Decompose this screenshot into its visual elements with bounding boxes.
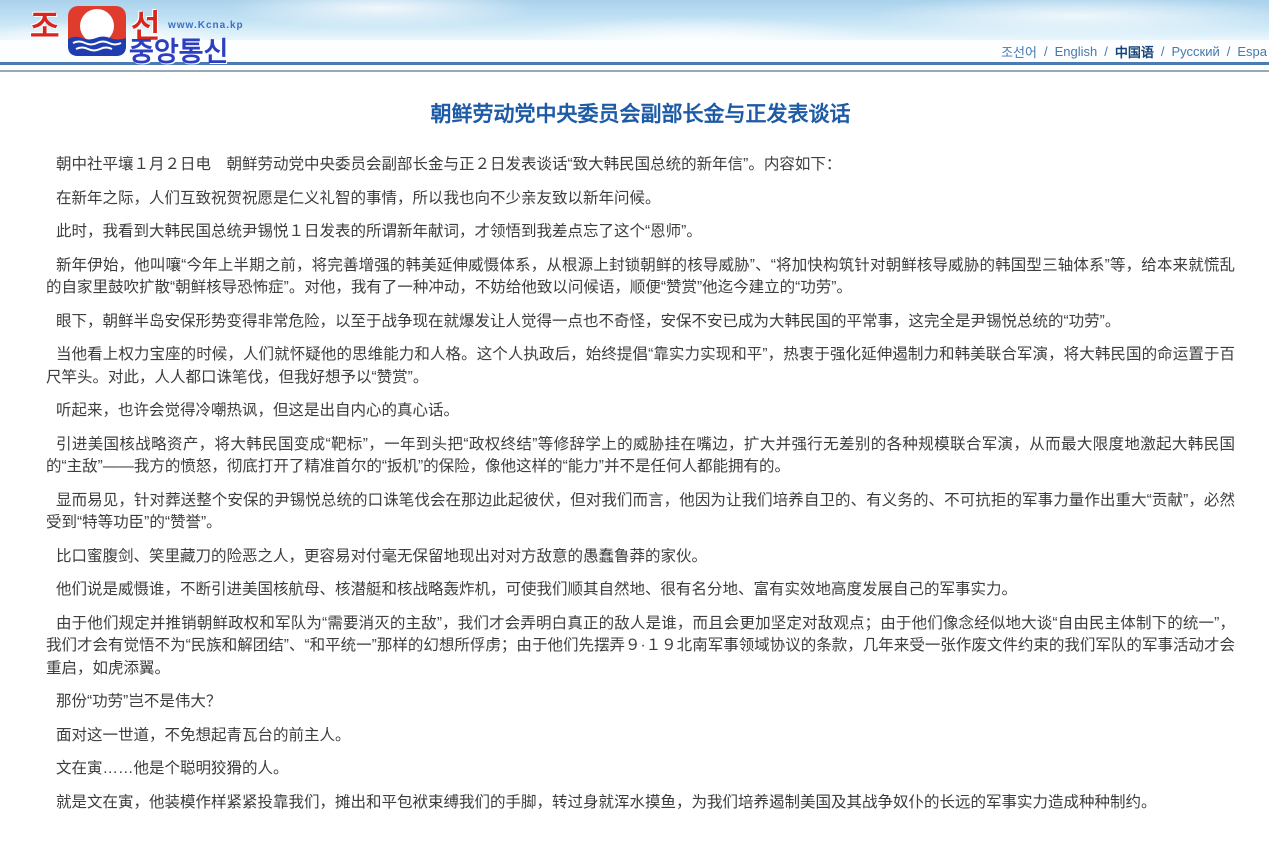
article-paragraph: 比口蜜腹剑、笑里藏刀的险恶之人，更容易对付毫无保留地现出对对方敌意的愚蠢鲁莽的家… bbox=[56, 547, 708, 565]
language-link-russian[interactable]: Русский bbox=[1171, 44, 1219, 59]
language-separator: / bbox=[1160, 43, 1165, 59]
article-paragraph: 那份“功劳”岂不是伟大？ bbox=[56, 693, 222, 710]
article-paragraph: 显而易见，针对葬送整个安保的尹锡悦总统的口诛笔伐会在那边此起彼伏，但对我们而言，… bbox=[46, 491, 1235, 532]
article-title: 朝鲜劳动党中央委员会副部长金与正发表谈话 bbox=[430, 103, 851, 126]
language-separator: / bbox=[1104, 43, 1108, 59]
article-paragraph: 当他看上权力宝座的时候，人们就怀疑他的思维能力和人格。这个人执政后，始终提倡“靠… bbox=[46, 346, 1235, 386]
article-paragraph: 文在寅……他是个聪明狡猾的人。 bbox=[56, 760, 289, 777]
article-paragraph: 眼下，朝鲜半岛安保形势变得非常危险，以至于战争现在就爆发让人觉得一点也不奇怪，安… bbox=[56, 312, 1121, 330]
logo-char-jo: 조 bbox=[30, 8, 60, 44]
language-link-english[interactable]: English bbox=[1055, 44, 1098, 59]
article-paragraph: 面对这一世道，不免想起青瓦台的前主人。 bbox=[56, 726, 351, 744]
article-paragraph: 听起来，也许会觉得冷嘲热讽，但这是出自内心的真心话。 bbox=[56, 402, 460, 419]
language-link-korean[interactable]: 조선어 bbox=[1001, 42, 1037, 61]
article-paragraph: 引进美国核战略资产，将大韩民国变成“靶标”，一年到头把“政权终结”等修辞学上的威… bbox=[46, 435, 1235, 476]
logo-title-text: 중앙통신 bbox=[129, 37, 229, 67]
article-container: 朝鲜劳动党中央委员会副部长金与正发表谈话 朝中社平壤１月２日电 朝鲜劳动党中央委… bbox=[0, 72, 1269, 814]
article-paragraph: 他们说是威慑谁，不断引进美国核航母、核潜艇和核战略轰炸机，可使我们顺其自然地、很… bbox=[56, 581, 1018, 598]
article-paragraph: 就是文在寅，他装模作样紧紧投靠我们，摊出和平包袱束缚我们的手脚，转过身就浑水摸鱼… bbox=[56, 793, 1157, 811]
article-paragraph: 在新年之际，人们互致祝贺祝愿是仁义礼智的事情，所以我也向不少亲友致以新年问候。 bbox=[56, 189, 661, 207]
article-paragraph: 朝中社平壤１月２日电 朝鲜劳动党中央委员会副部长金与正２日发表谈话“致大韩民国总… bbox=[56, 156, 842, 173]
article-body: 朝中社平壤１月２日电 朝鲜劳动党中央委员会副部长金与正２日发表谈话“致大韩民国总… bbox=[46, 154, 1235, 814]
language-separator: / bbox=[1043, 43, 1048, 59]
language-link-spanish[interactable]: Espa bbox=[1237, 44, 1267, 59]
article-paragraph: 此时，我看到大韩民国总统尹锡悦１日发表的所谓新年献词，才领悟到我差点忘了这个“恩… bbox=[56, 223, 702, 240]
kcna-logo[interactable]: 조 선 www.Kcna.kp 중앙통신 bbox=[30, 5, 260, 67]
article-paragraph: 新年伊始，他叫嚷“今年上半期之前，将完善增强的韩美延伸威慑体系，从根源上封锁朝鲜… bbox=[46, 256, 1235, 297]
language-separator: / bbox=[1226, 43, 1231, 59]
sun-water-emblem-icon bbox=[68, 6, 126, 56]
article-paragraph: 由于他们规定并推销朝鲜政权和军队为“需要消灭的主敌”，我们才会弄明白真正的敌人是… bbox=[46, 614, 1235, 677]
language-link-chinese[interactable]: 中国语 bbox=[1115, 42, 1154, 61]
kcna-webpage: 조 선 www.Kcna.kp 중앙통신 조선어 / English / 中国语 / Рус… bbox=[0, 0, 1269, 854]
